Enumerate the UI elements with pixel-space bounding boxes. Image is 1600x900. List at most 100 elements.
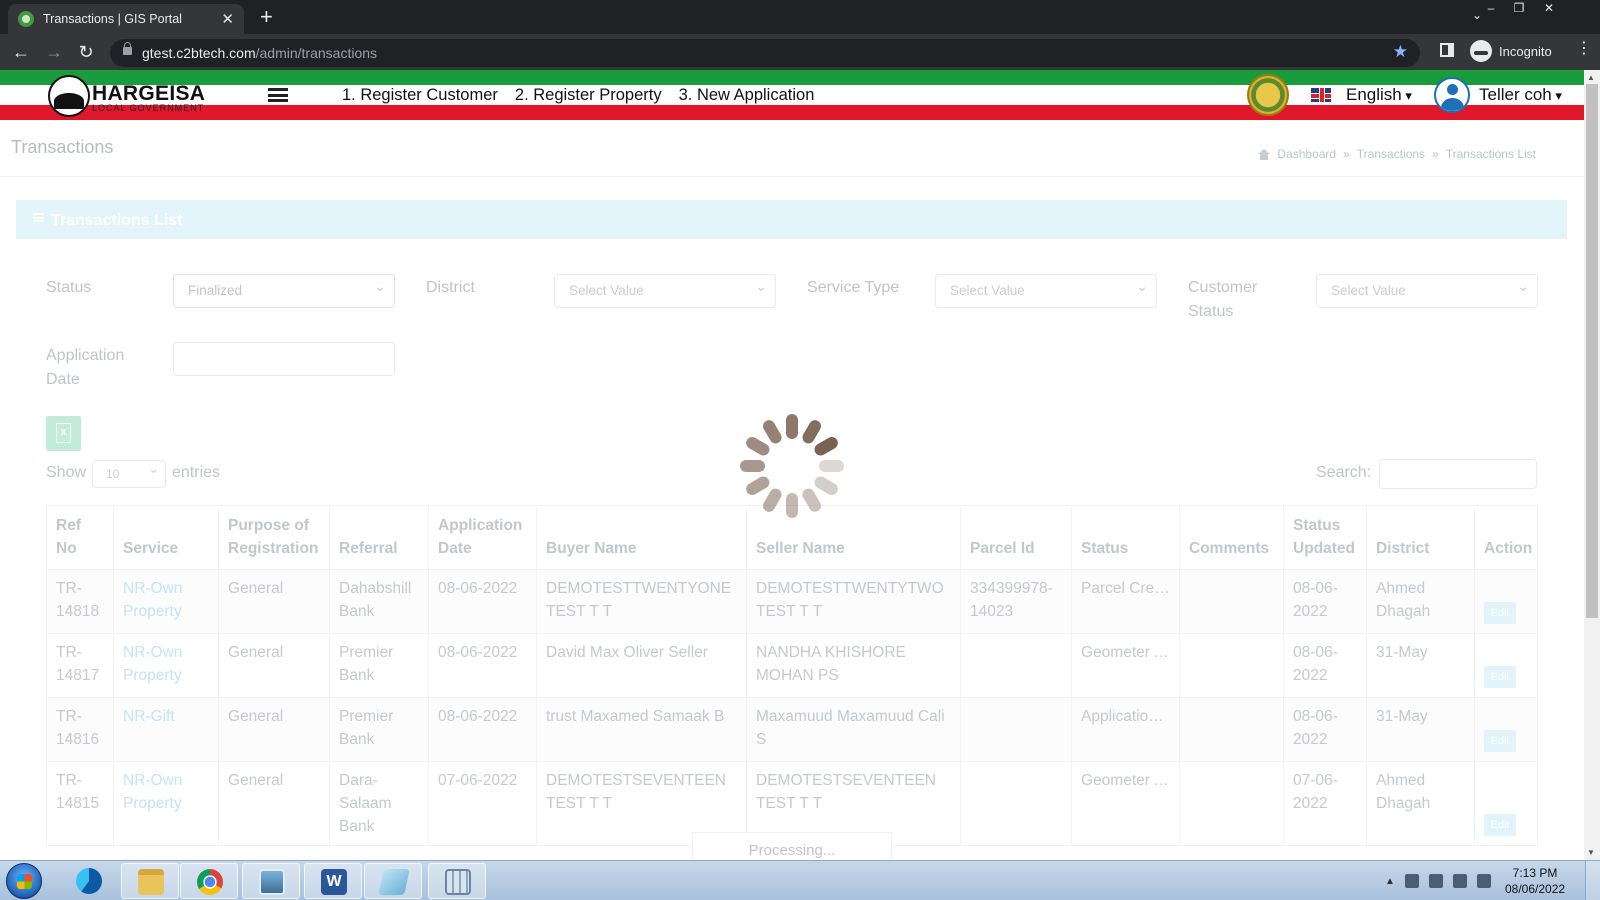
column-header[interactable]: Service bbox=[113, 505, 219, 570]
excel-file-icon: x bbox=[56, 423, 71, 443]
browser-toolbar: ← → ↻ gtest.c2btech.com/admin/transactio… bbox=[0, 34, 1600, 70]
service-link[interactable]: NR-Gift bbox=[113, 697, 219, 762]
status-updated-cell: 08-06-2022 bbox=[1283, 697, 1367, 762]
column-header[interactable]: District bbox=[1366, 505, 1475, 570]
column-header[interactable]: Action bbox=[1474, 505, 1538, 570]
district-filter-select[interactable]: Select Value bbox=[554, 274, 776, 308]
application-date-input[interactable] bbox=[173, 342, 395, 376]
action-cell: Edit bbox=[1474, 569, 1538, 634]
menu-toggle-icon[interactable] bbox=[268, 88, 288, 102]
edit-button[interactable]: Edit bbox=[1484, 814, 1516, 836]
windows-taskbar: W ▲ 7:13 PM 08/06/2022 bbox=[0, 860, 1600, 900]
user-avatar-icon[interactable] bbox=[1434, 77, 1470, 113]
user-menu-dropdown[interactable]: Teller coh bbox=[1479, 85, 1562, 105]
taskbar-calculator[interactable] bbox=[428, 863, 486, 899]
column-header[interactable]: Parcel Id bbox=[960, 505, 1072, 570]
referral-cell: Premier Bank bbox=[329, 697, 429, 762]
nav-register-customer[interactable]: 1. Register Customer bbox=[342, 86, 498, 105]
minimize-window-icon[interactable]: – bbox=[1478, 0, 1504, 18]
column-header[interactable]: Comments bbox=[1179, 505, 1284, 570]
table-search-input[interactable] bbox=[1379, 459, 1537, 489]
taskbar-notes[interactable] bbox=[364, 863, 422, 899]
purpose-cell: General bbox=[218, 569, 330, 634]
address-bar[interactable]: gtest.c2btech.com/admin/transactions ★ bbox=[110, 39, 1420, 67]
referral-cell: Dahabshill Bank bbox=[329, 569, 429, 634]
show-desktop-button[interactable] bbox=[1585, 861, 1600, 900]
entries-per-page-select[interactable]: 10 bbox=[92, 460, 166, 488]
volume-muted-icon[interactable] bbox=[1404, 874, 1419, 888]
customer-status-filter-select[interactable]: Select Value bbox=[1316, 274, 1538, 308]
taskbar-chrome[interactable] bbox=[180, 863, 238, 899]
system-clock[interactable]: 7:13 PM 08/06/2022 bbox=[1505, 865, 1565, 897]
site-favicon-icon bbox=[18, 11, 34, 27]
show-hidden-icons-icon[interactable]: ▲ bbox=[1385, 876, 1395, 887]
reload-icon[interactable]: ↻ bbox=[74, 41, 98, 63]
signal-bars-icon[interactable] bbox=[1476, 874, 1491, 888]
action-cell: Edit bbox=[1474, 761, 1538, 846]
bookmark-star-icon[interactable]: ★ bbox=[1393, 42, 1408, 62]
status-updated-cell: 08-06-2022 bbox=[1283, 633, 1367, 698]
transactions-table: Ref No Service Purpose of Registration R… bbox=[46, 505, 1538, 846]
column-header[interactable]: Application Date bbox=[428, 505, 537, 570]
government-emblem-icon bbox=[1247, 74, 1289, 116]
status-cell: Geometer Assigned bbox=[1071, 633, 1180, 698]
service-type-filter-select[interactable]: Select Value bbox=[935, 274, 1157, 308]
parcel-id-cell bbox=[960, 761, 1072, 846]
spinner-petal bbox=[812, 434, 841, 458]
side-panel-icon[interactable] bbox=[1440, 43, 1454, 57]
seller-name-cell: DEMOTESTTWENTYTWO TEST T T bbox=[746, 569, 961, 634]
service-link[interactable]: NR-Own Property bbox=[113, 761, 219, 846]
restore-window-icon[interactable]: ❐ bbox=[1506, 0, 1532, 18]
edit-button[interactable]: Edit bbox=[1484, 730, 1516, 752]
taskbar-photos[interactable] bbox=[242, 863, 300, 899]
home-icon bbox=[1258, 148, 1271, 160]
nav-register-property[interactable]: 2. Register Property bbox=[515, 86, 662, 105]
incognito-indicator[interactable]: Incognito bbox=[1470, 40, 1552, 62]
referral-cell: Dara-Salaam Bank bbox=[329, 761, 429, 846]
column-header[interactable]: Purpose of Registration bbox=[218, 505, 330, 570]
service-type-filter-label: Service Type bbox=[807, 279, 900, 296]
edit-button[interactable]: Edit bbox=[1484, 666, 1516, 688]
back-arrow-icon[interactable]: ← bbox=[9, 41, 33, 63]
uk-flag-icon[interactable] bbox=[1311, 88, 1331, 102]
forward-arrow-icon[interactable]: → bbox=[42, 41, 66, 63]
edit-button[interactable]: Edit bbox=[1484, 602, 1516, 624]
service-link[interactable]: NR-Own Property bbox=[113, 633, 219, 698]
taskbar-edge[interactable] bbox=[60, 863, 118, 899]
language-dropdown[interactable]: English bbox=[1346, 85, 1412, 105]
column-header[interactable]: Buyer Name bbox=[536, 505, 747, 570]
nav-new-application[interactable]: 3. New Application bbox=[679, 86, 815, 105]
browser-menu-icon[interactable]: ⋮ bbox=[1576, 41, 1592, 57]
incognito-icon bbox=[1470, 40, 1492, 62]
column-header[interactable]: Ref No bbox=[46, 505, 114, 570]
seller-name-cell: Maxamuud Maxamuud Cali S bbox=[746, 697, 961, 762]
spinner-petal bbox=[800, 486, 824, 515]
column-header[interactable]: Status Updated bbox=[1283, 505, 1367, 570]
scrollbar-thumb[interactable] bbox=[1586, 84, 1598, 618]
buyer-name-cell: trust Maxamed Samaak B bbox=[536, 697, 747, 762]
action-center-icon[interactable] bbox=[1428, 874, 1443, 888]
breadcrumb-transactions[interactable]: Transactions bbox=[1357, 147, 1425, 161]
taskbar-explorer[interactable] bbox=[121, 863, 179, 899]
scroll-up-arrow-icon[interactable]: ▲ bbox=[1587, 73, 1595, 82]
lock-icon[interactable] bbox=[123, 42, 132, 55]
entries-label: entries bbox=[172, 464, 221, 481]
taskbar-word[interactable]: W bbox=[304, 863, 362, 899]
status-filter-select[interactable]: Finalized bbox=[173, 274, 395, 308]
column-header[interactable]: Status bbox=[1071, 505, 1180, 570]
browser-tab[interactable]: Transactions | GIS Portal ✕ bbox=[8, 4, 244, 34]
service-link[interactable]: NR-Own Property bbox=[113, 569, 219, 634]
scroll-down-arrow-icon[interactable]: ▼ bbox=[1587, 848, 1595, 857]
close-tab-icon[interactable]: ✕ bbox=[221, 12, 234, 27]
hargeisa-logo-icon[interactable] bbox=[48, 75, 90, 117]
start-button-icon[interactable] bbox=[6, 863, 42, 899]
new-tab-button[interactable]: + bbox=[260, 5, 273, 29]
column-header[interactable]: Referral bbox=[329, 505, 429, 570]
close-window-icon[interactable]: ✕ bbox=[1536, 0, 1562, 18]
spinner-petal bbox=[819, 460, 844, 472]
export-excel-button[interactable]: x bbox=[46, 416, 81, 451]
network-icon[interactable] bbox=[1452, 874, 1467, 888]
page-scrollbar[interactable]: ▲ ▼ bbox=[1584, 70, 1600, 860]
breadcrumb-dashboard[interactable]: Dashboard bbox=[1277, 147, 1336, 161]
breadcrumb-separator: » bbox=[1343, 147, 1350, 161]
